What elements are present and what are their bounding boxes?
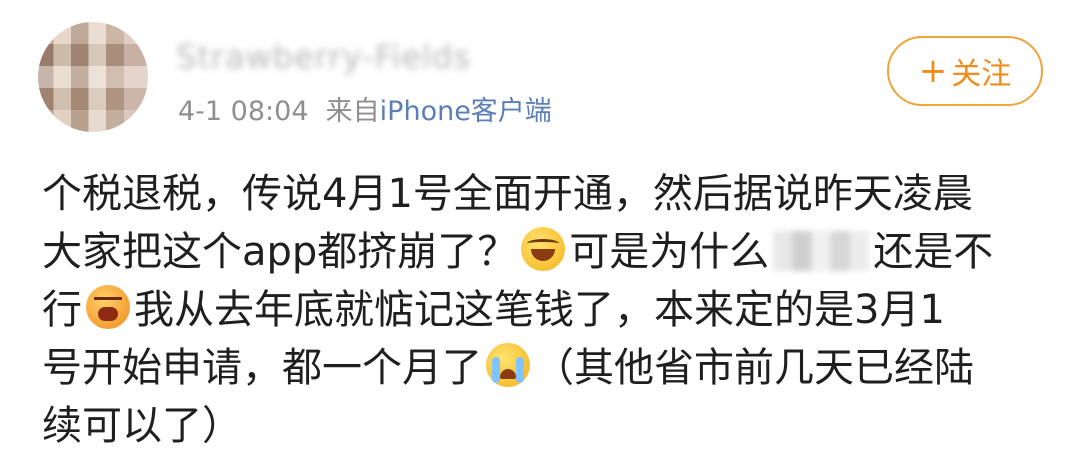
post-line-1: 个税退税，传说4月1号全面开通，然后据说昨天凌晨 xyxy=(42,165,1052,223)
post-text: （其他省市前几天已经陆 xyxy=(534,345,974,391)
source-prefix: 来自 xyxy=(325,96,380,127)
tears-emoji-icon xyxy=(486,343,530,387)
post-text: 还是不 xyxy=(873,229,994,275)
avatar[interactable] xyxy=(38,22,148,132)
timestamp: 4-1 08:04 xyxy=(178,96,309,127)
post-text: 可是为什么 xyxy=(569,229,770,275)
post-text: 号开始申请，都一个月了 xyxy=(42,345,482,391)
redacted-text xyxy=(773,231,870,271)
follow-label: 关注 xyxy=(951,57,1012,92)
source-client-link[interactable]: iPhone客户端 xyxy=(380,96,552,127)
post-line-5: 续可以了） xyxy=(42,397,1052,455)
post-text: 个税退税，传说4月1号全面开通，然后据说昨天凌晨 xyxy=(42,171,973,217)
post-line-4: 号开始申请，都一个月了 （其他省市前几天已经陆 xyxy=(42,339,1052,397)
post-line-2: 大家把这个app都挤崩了？ 可是为什么 还是不 xyxy=(42,223,1052,281)
post-text: 我从去年底就惦记这笔钱了，本来定的是3月1 xyxy=(134,287,945,333)
username[interactable]: Strawberry-Fields xyxy=(176,40,506,74)
post-text: 行 xyxy=(42,287,82,333)
crying-loud-emoji-icon xyxy=(86,285,130,329)
plus-icon: + xyxy=(918,51,948,91)
post-body: 个税退税，传说4月1号全面开通，然后据说昨天凌晨 大家把这个app都挤崩了？ 可是… xyxy=(42,165,1052,455)
post-text: 大家把这个app都挤崩了？ xyxy=(42,229,518,275)
post-text: 续可以了） xyxy=(42,403,242,449)
follow-button[interactable]: + 关注 xyxy=(887,36,1043,106)
post-line-3: 行 我从去年底就惦记这笔钱了，本来定的是3月1 xyxy=(42,281,1052,339)
post-meta: 4-1 08:04 来自iPhone客户端 xyxy=(178,95,552,129)
laugh-cry-emoji-icon xyxy=(521,227,566,271)
